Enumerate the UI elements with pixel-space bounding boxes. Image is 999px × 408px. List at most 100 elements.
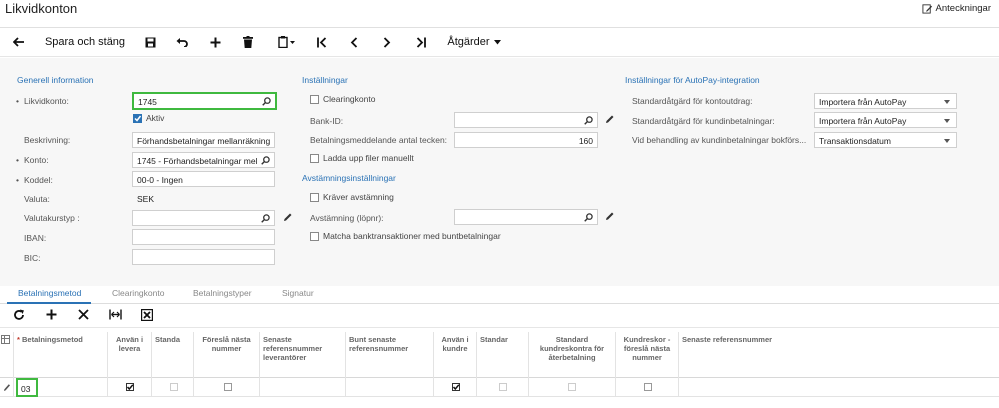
outgoing-action-label: Standardåtgärd för kontoutdrag:: [632, 96, 753, 106]
bank-id-input[interactable]: [454, 112, 598, 128]
ar-suggest-next-cell[interactable]: [616, 378, 679, 397]
back-button[interactable]: [8, 28, 30, 56]
row-edit-cell[interactable]: [0, 378, 14, 397]
konto-input[interactable]: 1745 - Förhandsbetalningar mel: [132, 152, 275, 168]
msg-chars-input[interactable]: 160: [454, 132, 598, 148]
method-cell[interactable]: 03: [14, 378, 108, 397]
edit-pencil-icon[interactable]: [605, 114, 615, 124]
method-value[interactable]: 03: [16, 378, 38, 397]
checkbox-icon[interactable]: [310, 153, 319, 163]
tab-clearingkonto[interactable]: Clearingkonto: [112, 288, 164, 298]
trash-icon: [243, 36, 253, 48]
checkbox-icon[interactable]: [170, 383, 178, 391]
default-ar-cell[interactable]: [477, 378, 529, 397]
bic-input[interactable]: [132, 249, 275, 265]
tab-signatur[interactable]: Signatur: [282, 288, 314, 298]
booking-select[interactable]: Transaktionsdatum: [814, 132, 957, 148]
search-icon[interactable]: [584, 116, 593, 125]
requires-recon-label: Kräver avstämning: [323, 192, 394, 202]
checkbox-icon[interactable]: [224, 383, 232, 391]
last-ref-cell[interactable]: [679, 378, 999, 397]
search-icon[interactable]: [262, 97, 271, 106]
checkbox-icon[interactable]: [499, 383, 507, 391]
col-default-ar[interactable]: Standar: [477, 332, 529, 378]
plus-icon: [46, 309, 57, 320]
search-icon[interactable]: [584, 213, 593, 222]
col-default-refund[interactable]: Standard kundreskontra för återbetalning: [529, 332, 616, 378]
floppy-disk-icon: [145, 37, 155, 47]
account-input[interactable]: 1745: [132, 92, 277, 110]
export-excel-button[interactable]: [140, 308, 154, 323]
checkbox-icon[interactable]: [310, 231, 319, 241]
fit-columns-button[interactable]: [109, 309, 122, 322]
clipboard-menu-button[interactable]: [273, 28, 301, 56]
grid-settings-cell[interactable]: [0, 332, 14, 378]
delete-row-button[interactable]: [78, 309, 89, 322]
active-tab-indicator: [7, 302, 91, 304]
undo-button[interactable]: [172, 28, 192, 56]
description-input[interactable]: Förhandsbetalningar mellanräkning: [132, 132, 275, 148]
col-use-in-ap[interactable]: Använ i leverа: [108, 332, 152, 378]
clearing-checkbox[interactable]: Clearingkonto: [310, 94, 375, 104]
col-last-ref-vendor[interactable]: Senaste referensnummer leverantörer: [260, 332, 346, 378]
iban-input[interactable]: [132, 229, 275, 245]
settings-section-header: Inställningar: [302, 75, 348, 85]
active-checkbox[interactable]: Aktiv: [133, 113, 164, 123]
rate-type-input[interactable]: [132, 210, 275, 226]
col-default-ap[interactable]: Standa: [152, 332, 194, 378]
konto-label: Konto:: [16, 155, 48, 165]
account-label: Likvidkonto:: [16, 96, 69, 106]
col-batch-last-ref[interactable]: Bunt senaste referensnummer: [346, 332, 434, 378]
col-betalningsmetod[interactable]: * Betalningsmetod: [14, 332, 108, 378]
checkbox-checked-icon[interactable]: [126, 383, 134, 391]
tab-betalningsmetod[interactable]: Betalningsmetod: [18, 288, 81, 298]
requires-recon-checkbox[interactable]: Kräver avstämning: [310, 192, 394, 202]
checkbox-icon[interactable]: [644, 383, 652, 391]
actions-menu[interactable]: Åtgärder: [446, 28, 502, 56]
checkbox-checked-icon[interactable]: [133, 113, 142, 123]
save-close-button[interactable]: Spara och stäng: [40, 28, 130, 56]
default-ap-cell[interactable]: [152, 378, 194, 397]
add-button[interactable]: [205, 28, 225, 56]
batch-last-ref-cell[interactable]: [346, 378, 434, 397]
last-ref-vendor-cell[interactable]: [260, 378, 346, 397]
checkbox-icon[interactable]: [310, 94, 319, 104]
search-icon[interactable]: [261, 214, 270, 223]
use-in-ap-cell[interactable]: [108, 378, 152, 397]
tab-betalningstyper[interactable]: Betalningstyper: [193, 288, 252, 298]
edit-pencil-icon[interactable]: [283, 212, 293, 222]
first-record-button[interactable]: [312, 28, 332, 56]
search-icon[interactable]: [261, 156, 270, 165]
checkbox-icon[interactable]: [568, 383, 576, 391]
checkbox-icon[interactable]: [310, 192, 319, 202]
detail-tabs: Betalningsmetod Clearingkonto Betalnings…: [0, 286, 999, 304]
customer-action-select[interactable]: Importera från AutoPay: [814, 112, 957, 128]
previous-record-button[interactable]: [344, 28, 364, 56]
konto-value: 1745 - Förhandsbetalningar mel: [137, 156, 258, 166]
refresh-button[interactable]: [13, 309, 25, 323]
suggest-next-cell[interactable]: [194, 378, 260, 397]
col-last-ref[interactable]: Senaste referensnummer: [679, 332, 999, 378]
match-batch-checkbox[interactable]: Matcha banktransaktioner med buntbetalni…: [310, 231, 501, 241]
upload-checkbox[interactable]: Ladda upp filer manuellt: [310, 153, 414, 163]
next-record-button[interactable]: [377, 28, 397, 56]
checkbox-checked-icon[interactable]: [452, 383, 460, 391]
chevron-down-icon: [944, 119, 950, 123]
default-refund-cell[interactable]: [529, 378, 616, 397]
last-record-button[interactable]: [411, 28, 431, 56]
col-use-in-ar[interactable]: Använ i kundre: [434, 332, 477, 378]
koddel-input[interactable]: 00-0 - Ingen: [132, 171, 275, 187]
edit-pencil-icon[interactable]: [605, 211, 615, 221]
col-suggest-next[interactable]: Föreslå nästa nummer: [194, 332, 260, 378]
col-ar-suggest-next[interactable]: Kundreskor - föreslå nästa nummer: [616, 332, 679, 378]
recon-number-input[interactable]: [454, 209, 598, 225]
use-in-ar-cell[interactable]: [434, 378, 477, 397]
outgoing-action-select[interactable]: Importera från AutoPay: [814, 93, 957, 109]
table-row[interactable]: 03: [0, 378, 999, 397]
save-button[interactable]: [140, 28, 160, 56]
delete-button[interactable]: [238, 28, 258, 56]
notes-link[interactable]: Anteckningar: [922, 3, 991, 14]
upload-label: Ladda upp filer manuellt: [323, 153, 414, 163]
add-row-button[interactable]: [46, 309, 57, 322]
active-label: Aktiv: [146, 113, 165, 123]
